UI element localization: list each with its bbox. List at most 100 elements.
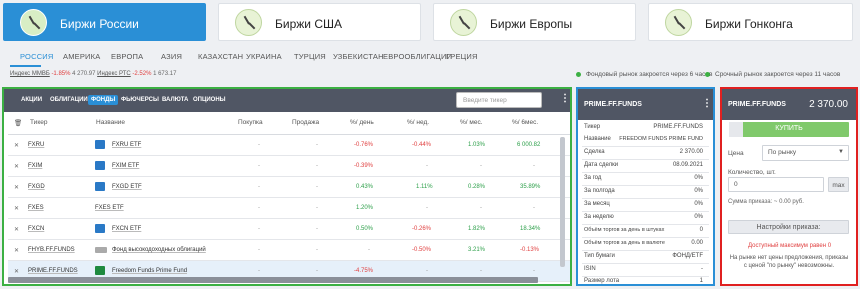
exchange-label: Биржи США xyxy=(275,17,342,31)
fund-name[interactable]: FXRU ETF xyxy=(112,142,141,148)
etf-icon xyxy=(95,161,105,170)
horizontal-scrollbar[interactable] xyxy=(8,277,538,283)
buy-price: - xyxy=(258,184,260,190)
ticker-link[interactable]: FXIM xyxy=(28,163,42,169)
order-settings-button[interactable]: Настройки приказа: xyxy=(728,220,849,234)
table-row[interactable]: ✕ FXCN FXCN ETF - - 0.50% -0.26% 1.82% 18.34% xyxy=(8,219,570,240)
change-week: - xyxy=(426,205,428,211)
col-buy[interactable]: Покупка xyxy=(238,119,263,126)
divider xyxy=(582,159,709,160)
col-six-month[interactable]: %/ 6мес. xyxy=(512,119,538,126)
fund-name[interactable]: Freedom Funds Prime Fund xyxy=(112,268,187,274)
tab-stocks[interactable]: АКЦИИ xyxy=(18,95,45,105)
tab-europe[interactable]: ЕВРОПА xyxy=(111,52,143,61)
exchange-card-usa[interactable]: Биржи США xyxy=(218,3,421,41)
col-week[interactable]: %/ нед. xyxy=(407,119,429,126)
ticker-link[interactable]: FXRU xyxy=(28,142,44,148)
tab-asia[interactable]: АЗИЯ xyxy=(161,52,182,61)
price-type-select[interactable]: По рынку ▼ xyxy=(762,145,849,161)
exchange-card-hongkong[interactable]: Биржи Гонконга xyxy=(648,3,853,41)
info-value: 08.09.2021 xyxy=(672,162,703,168)
table-row[interactable]: ✕ FXIM FXIM ETF - - -0.39% - - - xyxy=(8,156,570,177)
instrument-info-panel: PRIME.FF.FUNDS ⋮ Тикер PRIME.FF.FUNDS Наз… xyxy=(576,87,715,286)
tab-russia[interactable]: РОССИЯ xyxy=(20,52,54,61)
tab-ukraine[interactable]: УКРАИНА xyxy=(246,52,282,61)
info-value: 0.00 xyxy=(691,240,703,246)
remove-icon[interactable]: ✕ xyxy=(14,184,19,191)
price-type-value: По рынку xyxy=(768,149,797,156)
sell-price: - xyxy=(316,205,318,211)
fund-name[interactable]: Фонд высокодоходных облигаций xyxy=(112,247,206,253)
ticker-link[interactable]: FXES xyxy=(28,205,44,211)
tab-america[interactable]: АМЕРИКА xyxy=(63,52,100,61)
col-name[interactable]: Название xyxy=(96,119,125,126)
divider xyxy=(582,211,709,212)
index-rts-link[interactable]: Индекс РТС xyxy=(97,71,131,77)
tab-funds[interactable]: ФОНДЫ xyxy=(88,95,119,105)
tab-greece[interactable]: ГРЕЦИЯ xyxy=(446,52,478,61)
more-menu-icon[interactable]: ⋮ xyxy=(560,94,570,104)
exchange-card-russia[interactable]: Биржи России xyxy=(3,3,206,41)
buy-price: - xyxy=(258,205,260,211)
info-value: PRIME.FF.FUNDS xyxy=(653,124,703,130)
col-month[interactable]: %/ мес. xyxy=(460,119,483,126)
clock-icon xyxy=(20,9,47,36)
info-value: 0 xyxy=(699,227,703,233)
sell-price: - xyxy=(316,184,318,190)
tab-bonds[interactable]: ОБЛИГАЦИИ xyxy=(47,95,91,105)
divider xyxy=(582,185,709,186)
remove-icon[interactable]: ✕ xyxy=(14,268,19,275)
table-row[interactable]: ✕ FXGD FXGD ETF - - 0.43% 1.11% 0.28% 35.89% xyxy=(8,177,570,198)
table-row[interactable]: ✕ FHYB.FF.FUNDS Фонд высокодоходных облига… xyxy=(8,240,570,261)
remove-icon[interactable]: ✕ xyxy=(14,142,19,149)
col-ticker[interactable]: Тикер xyxy=(30,119,47,126)
tab-currency[interactable]: ВАЛЮТА xyxy=(159,95,191,105)
fund-name[interactable]: FXIM ETF xyxy=(112,163,139,169)
remove-icon[interactable]: ✕ xyxy=(14,205,19,212)
remove-icon[interactable]: ✕ xyxy=(14,163,19,170)
ticker-link[interactable]: FXCN xyxy=(28,226,44,232)
vertical-scrollbar[interactable] xyxy=(560,137,565,267)
tab-options[interactable]: ОПЦИОНЫ xyxy=(190,95,229,105)
tab-eurobonds[interactable]: ЕВРООБЛИГАЦИИ xyxy=(383,52,452,61)
change-day: - xyxy=(368,247,370,253)
ticker-link[interactable]: FHYB.FF.FUNDS xyxy=(28,247,75,253)
quantity-input[interactable]: 0 xyxy=(728,177,824,192)
max-button[interactable]: max xyxy=(828,177,849,192)
info-key: Объём торгов за день в валюте xyxy=(584,240,665,246)
change-six-month: - xyxy=(533,268,535,274)
fund-name[interactable]: FXCN ETF xyxy=(112,226,141,232)
change-week: - xyxy=(426,268,428,274)
fund-name[interactable]: FXGD ETF xyxy=(112,184,142,190)
tab-futures[interactable]: ФЬЮЧЕРСЫ xyxy=(118,95,162,105)
buy-button[interactable]: КУПИТЬ xyxy=(729,122,849,137)
order-title: PRIME.FF.FUNDS xyxy=(728,101,786,108)
index-mmvb-link[interactable]: Индекс ММВБ xyxy=(10,71,50,77)
fund-name[interactable]: FXES ETF xyxy=(95,205,124,211)
col-sell[interactable]: Продажа xyxy=(292,119,319,126)
buy-price: - xyxy=(258,268,260,274)
sell-price: - xyxy=(316,226,318,232)
index-mmvb-value: 4 270.97 xyxy=(72,71,96,77)
tab-kazakhstan[interactable]: КАЗАХСТАН xyxy=(198,52,243,61)
price-label: Цена xyxy=(728,150,744,157)
tab-turkey[interactable]: ТУРЦИЯ xyxy=(294,52,326,61)
ticker-link[interactable]: FXGD xyxy=(28,184,45,190)
ticker-search-input[interactable]: Введите тикер xyxy=(456,92,542,108)
more-menu-icon[interactable]: ⋮ xyxy=(702,98,712,109)
remove-icon[interactable]: ✕ xyxy=(14,247,19,254)
clock-icon xyxy=(665,9,692,36)
exchange-card-europe[interactable]: Биржи Европы xyxy=(433,3,636,41)
remove-icon[interactable]: ✕ xyxy=(14,226,19,233)
delete-all-icon[interactable]: 🗑 xyxy=(14,119,22,127)
col-day[interactable]: %/ день xyxy=(350,119,374,126)
table-row[interactable]: ✕ FXRU FXRU ETF - - -0.76% -0.44% 1.03% 6 000.82 xyxy=(8,135,570,156)
change-six-month: - xyxy=(533,163,535,169)
asset-tabs-bar: АКЦИИ ОБЛИГАЦИИ ФОНДЫ ФЬЮЧЕРСЫ ВАЛЮТА ОП… xyxy=(4,89,570,112)
index-ticker: Индекс ММВБ -1.85% 4 270.97 Индекс РТС -… xyxy=(10,71,176,77)
table-row[interactable]: ✕ FXES FXES ETF - - 1.20% - - - xyxy=(8,198,570,219)
exchange-label: Биржи Гонконга xyxy=(705,17,793,31)
sell-price: - xyxy=(316,247,318,253)
tab-uzbekistan[interactable]: УЗБЕКИСТАН xyxy=(333,52,384,61)
ticker-link[interactable]: PRIME.FF.FUNDS xyxy=(28,268,78,274)
